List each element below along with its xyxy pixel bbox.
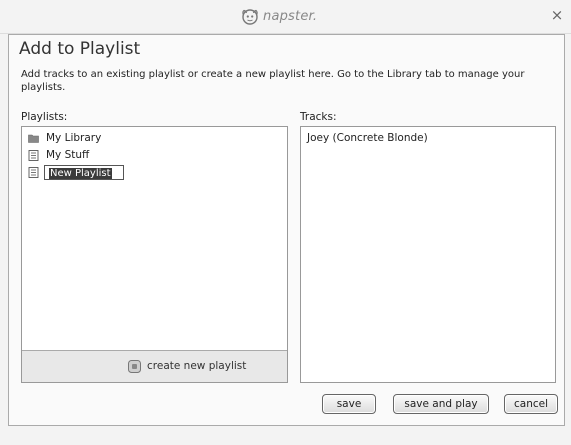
save-and-play-button[interactable]: save and play: [393, 394, 489, 414]
playlists-list[interactable]: My Library My Stuff New Playlist create …: [21, 126, 288, 383]
tracks-label: Tracks:: [300, 111, 337, 123]
playlist-item-label: My Library: [46, 132, 102, 144]
playlists-label: Playlists:: [21, 111, 68, 123]
dialog-description: Add tracks to an existing playlist or cr…: [21, 69, 525, 93]
napster-window: napster. × Add to Playlist Add tracks to…: [0, 0, 571, 445]
playlist-item-my-stuff[interactable]: My Stuff: [28, 147, 89, 163]
track-item[interactable]: Joey (Concrete Blonde): [307, 132, 428, 144]
tracks-list[interactable]: Joey (Concrete Blonde): [300, 126, 556, 383]
dialog-title: Add to Playlist: [19, 39, 141, 59]
create-playlist-bar: create new playlist: [22, 350, 287, 382]
create-new-playlist-button[interactable]: create new playlist: [128, 358, 246, 374]
close-button[interactable]: ×: [549, 7, 565, 23]
napster-brand: napster.: [241, 7, 317, 25]
add-to-playlist-dialog: Add to Playlist Add tracks to an existin…: [8, 34, 565, 426]
cancel-button[interactable]: cancel: [504, 394, 558, 414]
close-icon: ×: [550, 6, 564, 24]
save-button[interactable]: save: [322, 394, 376, 414]
new-playlist-name-input[interactable]: New Playlist: [44, 164, 124, 180]
playlist-icon: [28, 166, 39, 178]
playlist-item-my-library[interactable]: My Library: [28, 130, 101, 146]
playlist-icon: [28, 149, 39, 161]
new-playlist-name-value: New Playlist: [49, 167, 112, 179]
napster-logo-icon: [242, 8, 258, 25]
playlist-item-new[interactable]: New Playlist: [28, 164, 124, 180]
playlist-item-label: My Stuff: [46, 149, 90, 161]
add-playlist-icon: [128, 359, 141, 373]
brand-name: napster.: [263, 8, 318, 24]
create-new-playlist-label: create new playlist: [147, 360, 247, 372]
folder-icon: [28, 134, 39, 143]
title-bar: napster. ×: [0, 0, 571, 34]
